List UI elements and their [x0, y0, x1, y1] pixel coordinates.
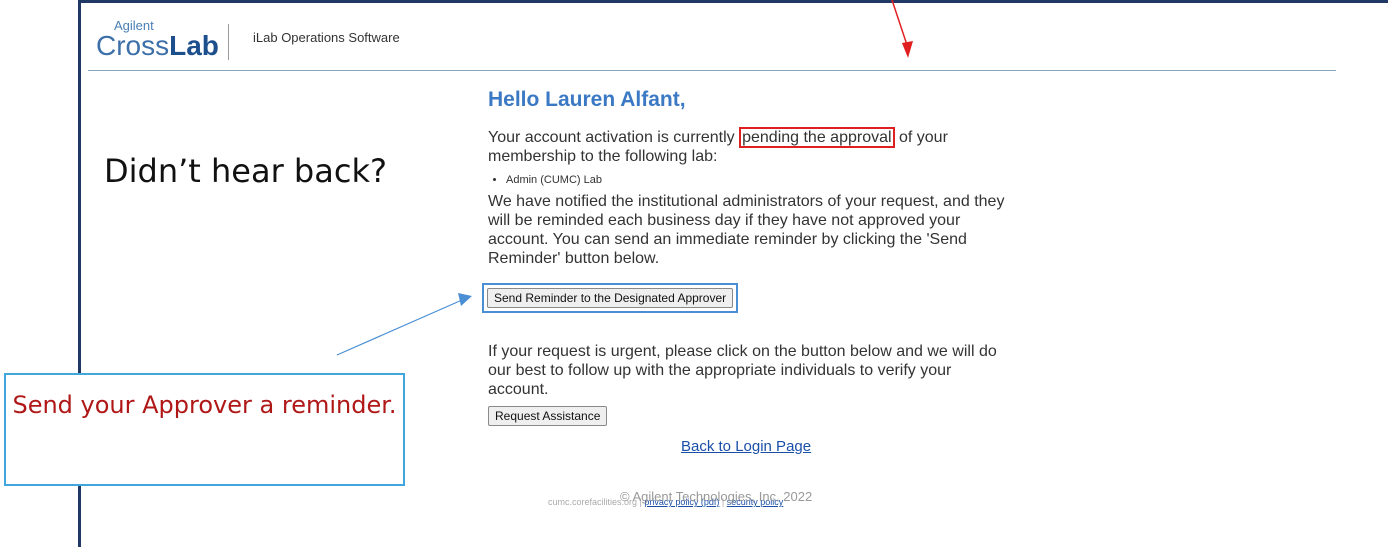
blue-arrow-line [336, 299, 463, 356]
annotation-arrows [336, 0, 913, 356]
red-arrow-head [902, 41, 913, 58]
blue-arrow-head [458, 293, 472, 306]
red-arrow-line [891, 0, 909, 49]
